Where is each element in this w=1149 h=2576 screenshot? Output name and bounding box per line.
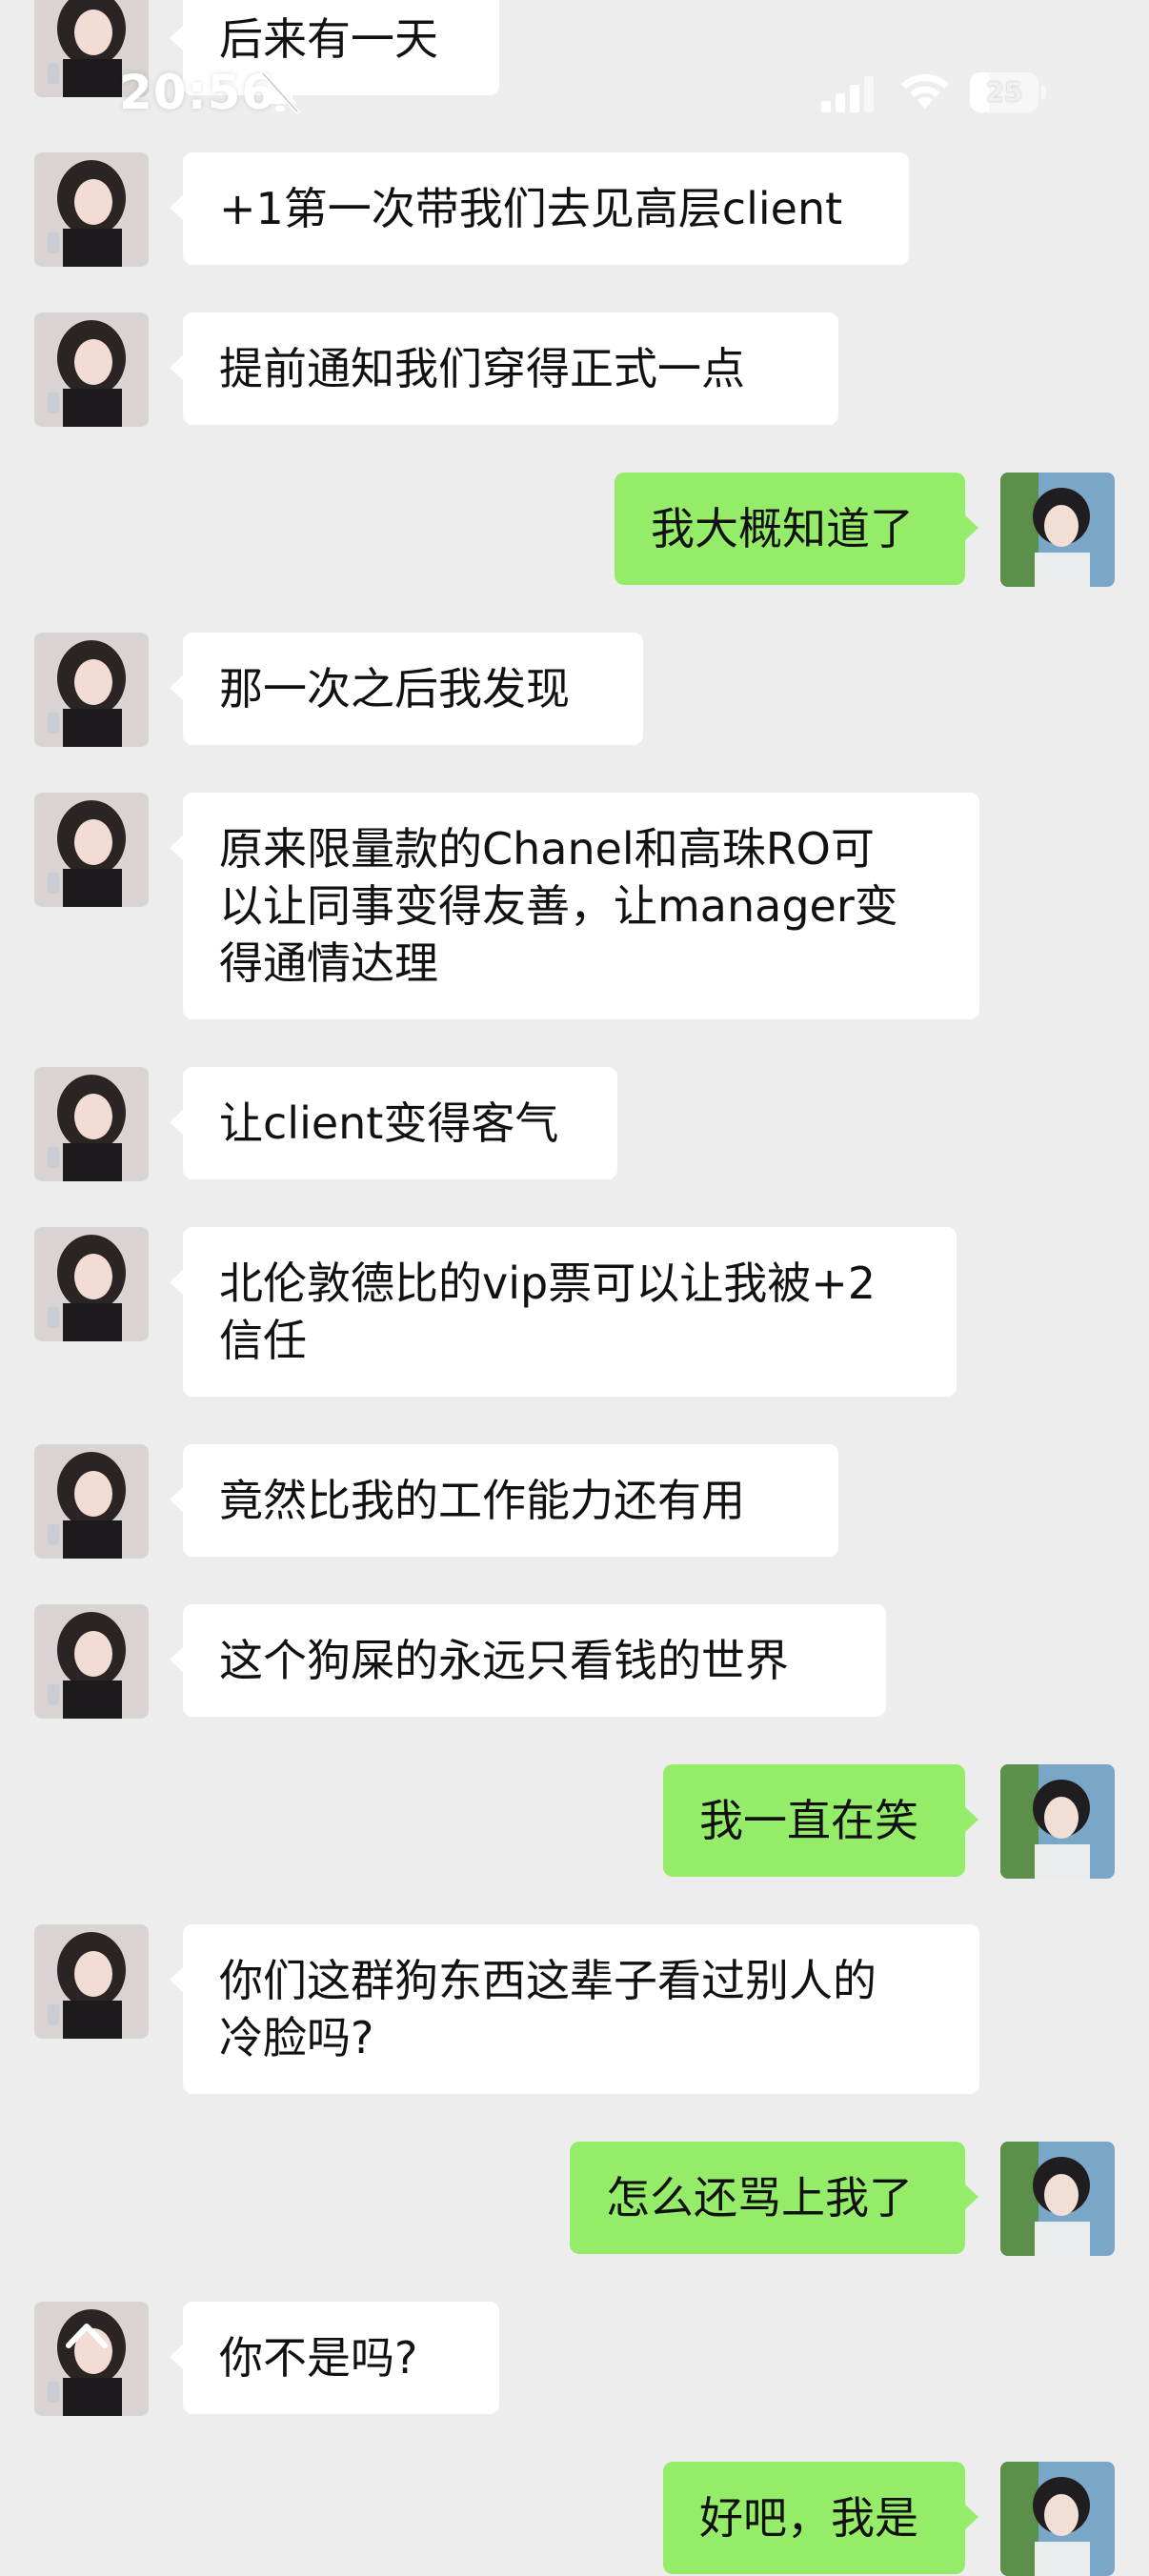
message-text: 怎么还骂上我了 (606, 2172, 913, 2224)
contact-avatar[interactable] (34, 1924, 149, 2039)
message-text: 你不是吗? (219, 2332, 418, 2384)
message-text-line: 原来限量款的Chanel和高珠RO可 (219, 823, 875, 875)
message-text-line: 你们这群狗东西这辈子看过别人的 (219, 1955, 877, 2006)
message-bubble-incoming[interactable]: +1第一次带我们去见高层client (170, 152, 909, 265)
message-bubble-incoming[interactable]: 那一次之后我发现 (170, 633, 643, 745)
my-avatar[interactable] (1000, 2142, 1115, 2256)
message-bubble-incoming[interactable]: 北伦敦德比的vip票可以让我被+2 信任 (170, 1227, 957, 1397)
message-text-line: 冷脸吗? (219, 2012, 374, 2063)
message-text: 好吧，我是 (699, 2492, 918, 2544)
message-text-line: 以让同事变得友善，让manager变 (219, 880, 898, 932)
message-bubble-incoming[interactable]: 你们这群狗东西这辈子看过别人的 冷脸吗? (170, 1924, 979, 2094)
contact-avatar[interactable] (34, 312, 149, 427)
contact-avatar[interactable] (34, 1067, 149, 1181)
contact-avatar[interactable] (34, 1227, 149, 1341)
message-text: 那一次之后我发现 (219, 663, 570, 714)
my-avatar[interactable] (1000, 473, 1115, 587)
my-avatar[interactable] (1000, 1764, 1115, 1879)
contact-avatar[interactable] (34, 1444, 149, 1559)
contact-avatar[interactable] (34, 0, 149, 97)
contact-avatar[interactable] (34, 1604, 149, 1719)
message-bubble-incoming[interactable]: 这个狗屎的永远只看钱的世界 (170, 1604, 886, 1717)
message-text: 提前通知我们穿得正式一点 (219, 343, 745, 394)
contact-avatar[interactable] (34, 793, 149, 907)
message-text: +1第一次带我们去见高层client (219, 183, 843, 234)
message-bubble-incoming[interactable]: 原来限量款的Chanel和高珠RO可 以让同事变得友善，让manager变 得通… (170, 793, 979, 1019)
contact-avatar[interactable] (34, 152, 149, 267)
message-text-line: 北伦敦德比的vip票可以让我被+2 (219, 1258, 877, 1309)
message-bubble-outgoing[interactable]: 怎么还骂上我了 (570, 2142, 978, 2254)
chevron-up-icon[interactable] (63, 2317, 111, 2351)
message-text: 这个狗屎的永远只看钱的世界 (219, 1635, 789, 1686)
message-bubble-outgoing[interactable]: 我大概知道了 (615, 473, 978, 585)
message-bubble-incoming[interactable]: 提前通知我们穿得正式一点 (170, 312, 838, 425)
contact-avatar[interactable] (34, 633, 149, 747)
message-bubble-outgoing[interactable]: 我一直在笑 (663, 1764, 978, 1877)
my-avatar[interactable] (1000, 2462, 1115, 2576)
chat-message-list: 后来有一天 +1第一次带我们去见高层client 提前通知我们穿得正式一点 我大… (0, 0, 1149, 2576)
message-text: 让client变得客气 (219, 1097, 559, 1149)
message-bubble-incoming[interactable]: 竟然比我的工作能力还有用 (170, 1444, 838, 1557)
message-bubble-outgoing[interactable]: 好吧，我是 (663, 2462, 978, 2574)
message-bubble-incoming[interactable]: 让client变得客气 (170, 1067, 617, 1179)
message-text: 我大概知道了 (651, 503, 914, 554)
message-text: 我一直在笑 (699, 1795, 918, 1846)
message-bubble-incoming[interactable]: 后来有一天 (170, 0, 499, 95)
message-text-line: 得通情达理 (219, 937, 438, 989)
message-text: 后来有一天 (219, 13, 438, 65)
message-bubble-incoming[interactable]: 你不是吗? (170, 2302, 499, 2414)
message-text: 竟然比我的工作能力还有用 (219, 1475, 745, 1526)
message-text-line: 信任 (219, 1315, 307, 1366)
